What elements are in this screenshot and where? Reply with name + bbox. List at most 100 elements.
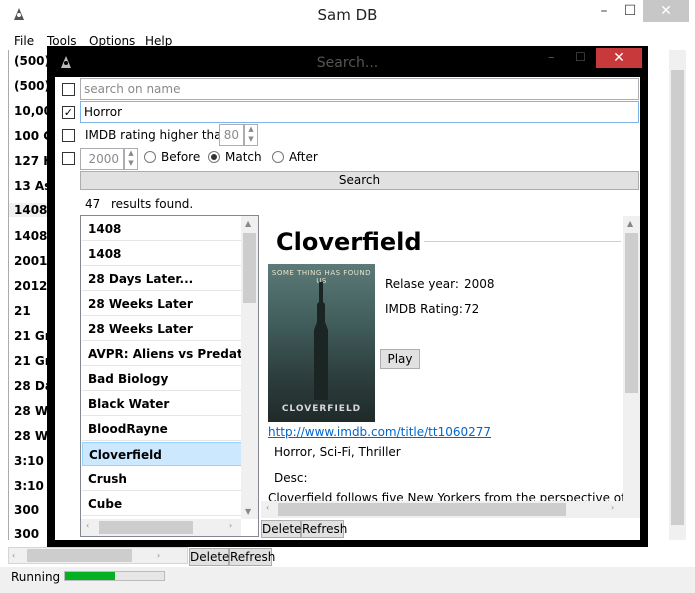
- main-horizontal-scroll-thumb[interactable]: [27, 549, 132, 562]
- main-refresh-button[interactable]: Refresh: [229, 548, 275, 566]
- result-item[interactable]: Cube: [82, 492, 242, 516]
- stepper-down-icon[interactable]: ▼: [125, 159, 137, 169]
- list-item[interactable]: 21: [14, 304, 48, 318]
- scroll-right-icon[interactable]: ›: [157, 551, 160, 560]
- genre-input[interactable]: Horror: [80, 101, 639, 123]
- rating-stepper[interactable]: ▲ ▼: [244, 124, 258, 146]
- year-input[interactable]: 2000: [80, 148, 124, 170]
- status-text: Running: [11, 570, 61, 584]
- search-button[interactable]: Search: [80, 171, 639, 190]
- scroll-down-icon[interactable]: ▼: [245, 507, 251, 516]
- list-item[interactable]: 2012: [14, 279, 48, 293]
- year-stepper[interactable]: ▲ ▼: [124, 148, 138, 170]
- after-label: After: [289, 150, 318, 164]
- match-label: Match: [225, 150, 262, 164]
- name-checkbox[interactable]: [62, 83, 75, 96]
- stepper-up-icon[interactable]: ▲: [245, 125, 257, 135]
- list-item[interactable]: 127 H: [14, 154, 48, 168]
- rating-label: IMDB rating higher than: [85, 128, 230, 142]
- imdb-rating-label: IMDB Rating:: [385, 302, 463, 316]
- result-list-horizontal-scroll-thumb[interactable]: [99, 521, 193, 534]
- title-divider: [424, 241, 621, 242]
- dialog-title: Search...: [316, 55, 379, 71]
- list-item[interactable]: 28 We: [14, 429, 48, 443]
- list-item[interactable]: 300: [14, 527, 48, 540]
- scroll-left-icon[interactable]: ‹: [266, 503, 269, 512]
- stepper-up-icon[interactable]: ▲: [125, 149, 137, 159]
- list-item[interactable]: 300: [14, 503, 48, 517]
- list-item[interactable]: 10,000: [14, 104, 48, 118]
- result-count-label: results found.: [111, 197, 194, 211]
- list-item[interactable]: (500): [14, 54, 48, 68]
- list-item[interactable]: (500): [14, 79, 48, 93]
- release-year-label: Relase year:: [385, 277, 459, 291]
- scroll-left-icon[interactable]: ‹: [86, 521, 89, 530]
- list-item[interactable]: 1408: [9, 203, 48, 217]
- result-item-selected[interactable]: Cloverfield: [82, 442, 242, 466]
- dialog-delete-button[interactable]: Delete: [261, 520, 301, 538]
- detail-vertical-scroll-thumb[interactable]: [625, 233, 638, 393]
- statue-of-liberty-icon: [314, 282, 328, 400]
- year-checkbox[interactable]: [62, 152, 75, 165]
- list-item[interactable]: 28 We: [14, 404, 48, 418]
- after-radio[interactable]: [272, 151, 284, 163]
- description-label: Desc:: [274, 471, 308, 485]
- rating-checkbox[interactable]: [62, 129, 75, 142]
- list-item[interactable]: 21 Gra: [14, 354, 48, 368]
- result-list[interactable]: 1408 1408 28 Days Later... 28 Weeks Late…: [80, 215, 259, 537]
- result-item[interactable]: Bad Biology: [82, 367, 242, 391]
- name-search-input[interactable]: search on name: [80, 78, 639, 100]
- menu-file[interactable]: File: [14, 34, 34, 48]
- list-item[interactable]: 21 Gra: [14, 329, 48, 343]
- list-item[interactable]: 1408: [14, 229, 48, 243]
- result-item[interactable]: AVPR: Aliens vs Predator - R: [82, 342, 242, 366]
- list-item[interactable]: 3:10 t: [14, 454, 48, 468]
- play-button[interactable]: Play: [380, 349, 420, 369]
- dialog-maximize-icon[interactable]: ☐: [575, 50, 586, 64]
- result-item[interactable]: Black Water: [82, 392, 242, 416]
- release-year-value: 2008: [464, 277, 495, 291]
- maximize-icon[interactable]: ☐: [614, 0, 646, 22]
- dialog-refresh-button[interactable]: Refresh: [301, 520, 347, 538]
- scroll-left-icon[interactable]: ‹: [12, 551, 15, 560]
- before-label: Before: [161, 150, 201, 164]
- result-item[interactable]: BloodRayne: [82, 417, 242, 441]
- result-item[interactable]: 1408: [82, 217, 242, 241]
- list-item[interactable]: 28 Da: [14, 379, 48, 393]
- scroll-right-icon[interactable]: ›: [611, 503, 614, 512]
- movie-title: Cloverfield: [276, 228, 422, 256]
- list-item[interactable]: 100 G: [14, 129, 48, 143]
- result-item[interactable]: 1408: [82, 242, 242, 266]
- close-icon[interactable]: ✕: [643, 0, 689, 22]
- rating-input[interactable]: 80: [219, 124, 244, 146]
- result-item[interactable]: Crush: [82, 467, 242, 491]
- movie-genres: Horror, Sci-Fi, Thriller: [274, 445, 401, 459]
- progress-bar: [64, 571, 165, 581]
- list-item[interactable]: 13 Ass: [14, 179, 48, 193]
- genre-checkbox[interactable]: ✓: [62, 106, 75, 119]
- imdb-link[interactable]: http://www.imdb.com/title/tt1060277: [268, 425, 491, 439]
- scroll-up-icon[interactable]: ▲: [245, 219, 251, 228]
- result-count: 47: [85, 197, 101, 211]
- dialog-minimize-icon[interactable]: –: [548, 50, 555, 65]
- dialog-close-icon[interactable]: ✕: [596, 48, 642, 68]
- result-item[interactable]: 28 Weeks Later: [82, 317, 242, 341]
- scroll-up-icon[interactable]: ▲: [627, 219, 633, 228]
- list-item[interactable]: 2001:: [14, 254, 48, 268]
- result-item[interactable]: 28 Days Later...: [82, 267, 242, 291]
- stepper-down-icon[interactable]: ▼: [245, 135, 257, 145]
- movie-list[interactable]: (500) (500) 10,000 100 G 127 H 13 Ass 14…: [8, 50, 48, 540]
- result-item[interactable]: 28 Weeks Later: [82, 292, 242, 316]
- movie-poster: SOME THING HAS FOUND US CLOVERFIELD: [268, 264, 375, 422]
- result-list-vertical-scroll-thumb[interactable]: [243, 233, 256, 303]
- match-radio[interactable]: [208, 151, 220, 163]
- main-vertical-scroll-thumb[interactable]: [671, 70, 684, 525]
- before-radio[interactable]: [144, 151, 156, 163]
- progress-fill: [65, 572, 115, 580]
- detail-horizontal-scroll-thumb[interactable]: [278, 503, 566, 516]
- main-delete-button[interactable]: Delete: [189, 548, 229, 566]
- list-item[interactable]: 3:10 t: [14, 479, 48, 493]
- poster-title: CLOVERFIELD: [281, 404, 362, 414]
- imdb-rating-value: 72: [464, 302, 480, 316]
- scroll-right-icon[interactable]: ›: [229, 521, 232, 530]
